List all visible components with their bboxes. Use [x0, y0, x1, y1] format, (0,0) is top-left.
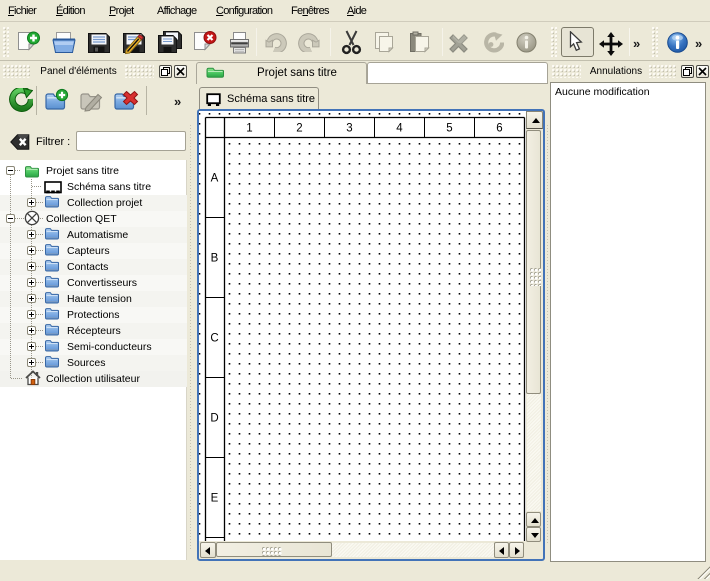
svg-text:1: 1	[246, 123, 252, 135]
svg-text:2: 2	[296, 123, 302, 135]
svg-text:D: D	[210, 413, 218, 425]
svg-text:4: 4	[396, 123, 403, 135]
svg-text:A: A	[211, 173, 219, 185]
svg-text:6: 6	[496, 123, 502, 135]
svg-text:3: 3	[346, 123, 352, 135]
svg-text:B: B	[211, 253, 219, 265]
svg-text:C: C	[210, 333, 218, 345]
svg-text:5: 5	[446, 123, 452, 135]
svg-text:E: E	[211, 493, 219, 505]
